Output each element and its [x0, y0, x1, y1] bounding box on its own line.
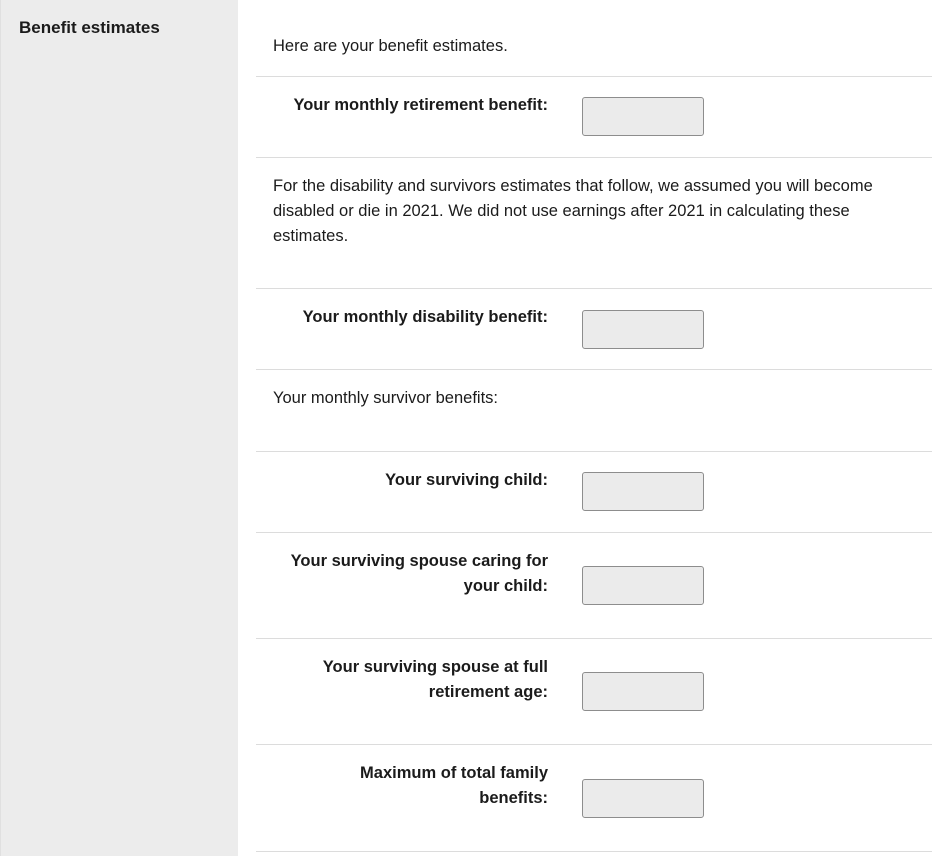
disability-note-row: For the disability and survivors estimat…	[256, 158, 932, 289]
disability-benefit-label: Your monthly disability benefit:	[302, 308, 548, 326]
spouse-caring-label: Your surviving spouse caring for your ch…	[290, 552, 548, 595]
spouse-full-age-row: Your surviving spouse at full retirement…	[256, 639, 932, 745]
spouse-full-age-field[interactable]	[582, 672, 704, 711]
benefit-estimates-panel: Here are your benefit estimates. Your mo…	[256, 0, 932, 856]
family-max-label: Maximum of total family benefits:	[360, 764, 548, 807]
spouse-full-age-label: Your surviving spouse at full retirement…	[322, 658, 548, 701]
intro-row: Here are your benefit estimates.	[256, 0, 932, 77]
intro-text: Here are your benefit estimates.	[273, 37, 508, 55]
family-max-row: Maximum of total family benefits:	[256, 745, 932, 852]
retirement-benefit-label: Your monthly retirement benefit:	[293, 96, 548, 114]
disability-benefit-field[interactable]	[582, 310, 704, 349]
sidebar: Benefit estimates	[0, 0, 238, 856]
survivor-heading-row: Your monthly survivor benefits:	[256, 370, 932, 452]
surviving-child-field[interactable]	[582, 472, 704, 511]
spouse-caring-field[interactable]	[582, 566, 704, 605]
spouse-caring-row: Your surviving spouse caring for your ch…	[256, 533, 932, 639]
retirement-benefit-row: Your monthly retirement benefit:	[256, 77, 932, 158]
surviving-child-row: Your surviving child:	[256, 452, 932, 533]
survivor-heading-text: Your monthly survivor benefits:	[273, 389, 498, 407]
retirement-benefit-field[interactable]	[582, 97, 704, 136]
family-max-field[interactable]	[582, 779, 704, 818]
surviving-child-label: Your surviving child:	[385, 471, 548, 489]
disability-note-text: For the disability and survivors estimat…	[273, 177, 873, 245]
disability-benefit-row: Your monthly disability benefit:	[256, 289, 932, 370]
section-heading: Benefit estimates	[19, 18, 160, 37]
benefit-estimates-page: Benefit estimates Here are your benefit …	[0, 0, 932, 856]
